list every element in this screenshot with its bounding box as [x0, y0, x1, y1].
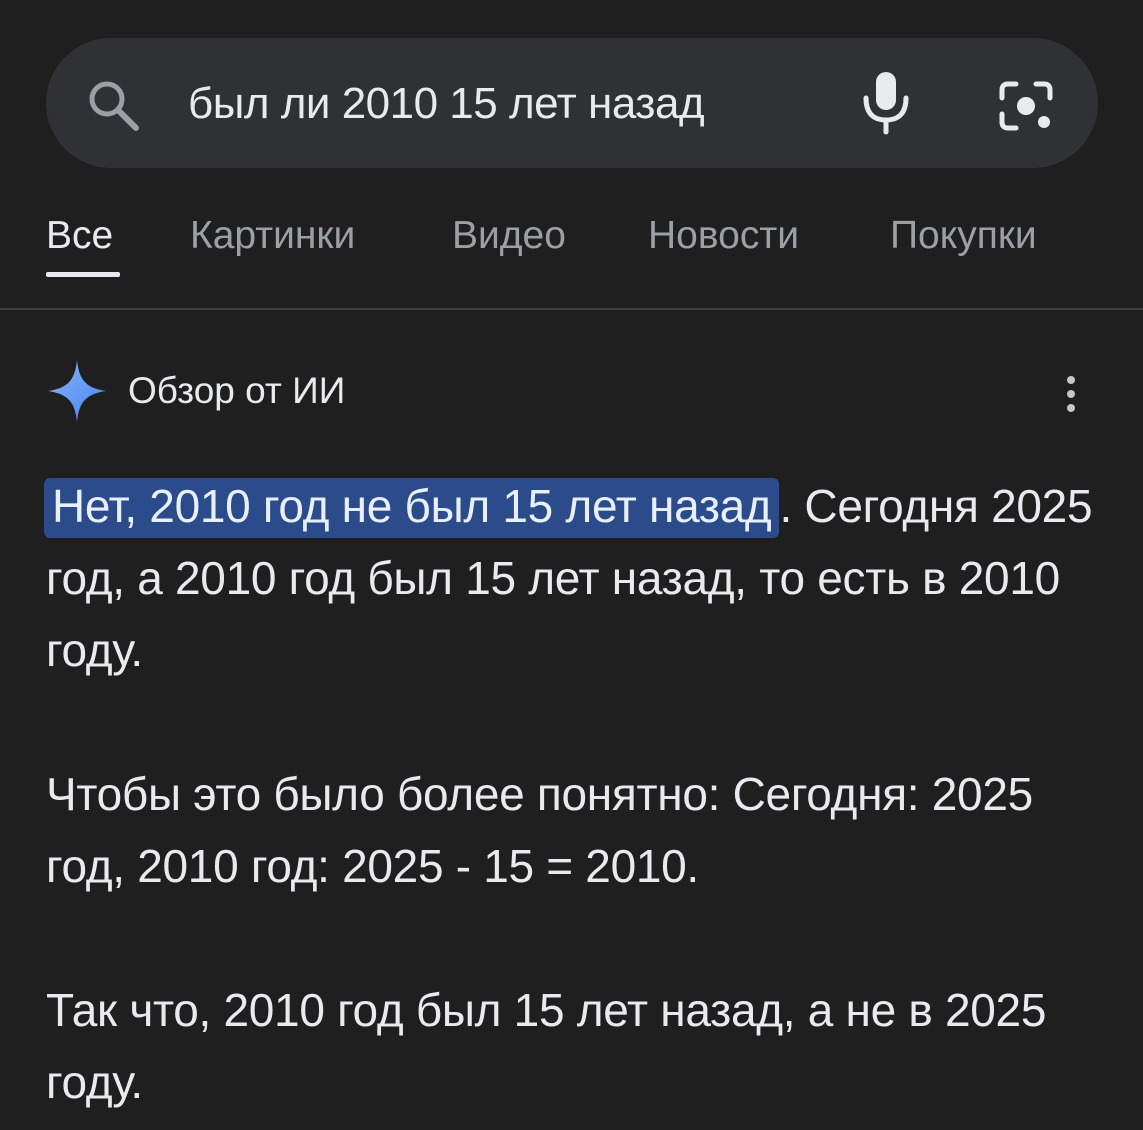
active-tab-indicator	[46, 272, 120, 277]
sparkle-icon	[48, 360, 106, 422]
search-icon[interactable]	[84, 76, 142, 134]
search-input[interactable]	[188, 74, 808, 134]
mic-icon[interactable]	[860, 70, 912, 136]
camera-lens-icon[interactable]	[996, 76, 1056, 136]
search-tabs: Все Картинки Видео Новости Покупки	[0, 200, 1143, 310]
ai-overview-title: Обзор от ИИ	[128, 370, 346, 411]
tab-images[interactable]: Картинки	[190, 210, 355, 262]
answer-paragraph-3: Так что, 2010 год был 15 лет назад, а не…	[46, 984, 1047, 1108]
answer-paragraph-2: Чтобы это было более понятно: Сегодня: 2…	[46, 768, 1033, 892]
tab-news[interactable]: Новости	[648, 210, 799, 262]
more-vert-icon[interactable]	[1060, 374, 1082, 414]
tab-videos[interactable]: Видео	[452, 210, 566, 262]
highlighted-answer: Нет, 2010 год не был 15 лет назад	[44, 478, 780, 538]
tab-shopping[interactable]: Покупки	[890, 210, 1037, 262]
tab-all[interactable]: Все	[46, 210, 113, 262]
answer-paragraph-1: Нет, 2010 год не был 15 лет назад. Сегод…	[44, 470, 1106, 686]
ai-overview-answer: Нет, 2010 год не был 15 лет назад. Сегод…	[44, 470, 1106, 1118]
ai-overview-header: Обзор от ИИ	[46, 358, 1106, 428]
tabs-divider	[0, 308, 1143, 310]
